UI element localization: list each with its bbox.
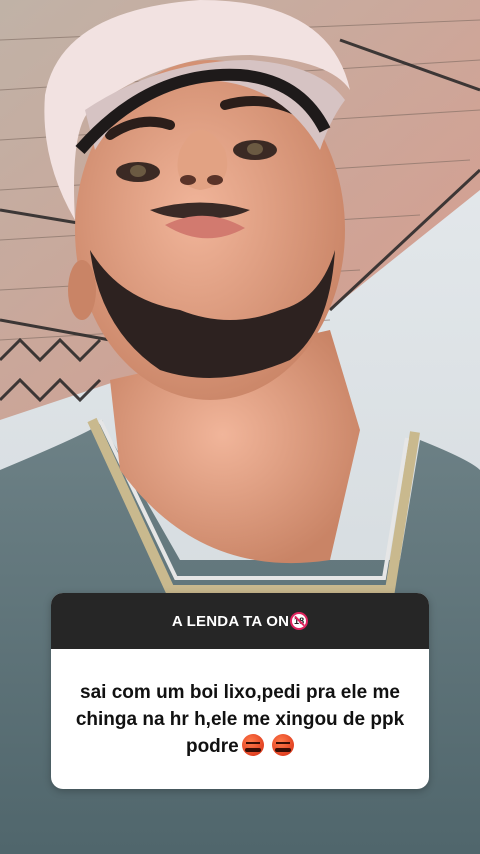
question-sticker-header: A LENDA TA ON 18 bbox=[51, 593, 429, 649]
question-sticker-body: sai com um boi lixo,pedi pra ele me chin… bbox=[51, 649, 429, 789]
no-under-18-icon: 18 bbox=[290, 612, 309, 630]
question-sticker-answer: sai com um boi lixo,pedi pra ele me chin… bbox=[75, 679, 405, 760]
question-sticker-title: A LENDA TA ON bbox=[171, 612, 290, 630]
angry-face-icon bbox=[272, 733, 295, 756]
question-sticker[interactable]: A LENDA TA ON 18 sai com um boi lixo,ped… bbox=[51, 593, 429, 789]
answer-text: sai com um boi lixo,pedi pra ele me chin… bbox=[75, 681, 405, 757]
angry-face-icon bbox=[241, 733, 264, 756]
